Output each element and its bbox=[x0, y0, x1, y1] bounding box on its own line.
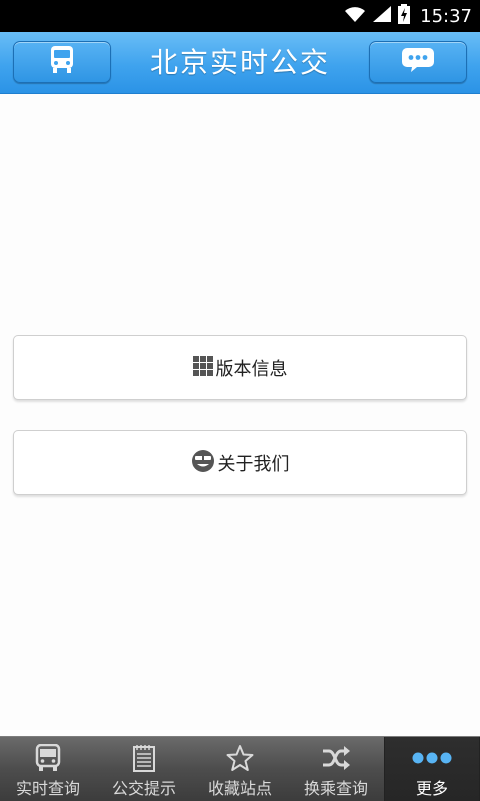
message-button[interactable] bbox=[369, 41, 467, 83]
smiley-icon bbox=[191, 449, 215, 477]
tab-label: 更多 bbox=[415, 779, 448, 798]
notepad-icon bbox=[131, 744, 157, 772]
shuffle-icon bbox=[321, 744, 351, 772]
status-bar: 15:37 bbox=[0, 0, 480, 32]
version-info-label: 版本信息 bbox=[215, 358, 288, 380]
tab-favorite-stops[interactable]: 收藏站点 bbox=[192, 737, 288, 801]
status-time: 15:37 bbox=[420, 5, 472, 27]
battery-icon bbox=[398, 4, 411, 28]
bus-icon bbox=[35, 744, 61, 772]
wifi-icon bbox=[344, 5, 366, 27]
status-icons: 15:37 bbox=[344, 0, 472, 32]
tab-label: 换乘查询 bbox=[303, 779, 368, 798]
tab-realtime-query[interactable]: 实时查询 bbox=[0, 737, 96, 801]
more-dots-icon bbox=[410, 744, 454, 772]
star-icon bbox=[226, 744, 254, 772]
tab-label: 收藏站点 bbox=[207, 779, 272, 798]
signal-icon bbox=[372, 5, 392, 27]
about-us-label: 关于我们 bbox=[217, 453, 290, 475]
tab-label: 实时查询 bbox=[15, 779, 80, 798]
grid-icon bbox=[192, 355, 213, 380]
about-us-button[interactable]: 关于我们 bbox=[13, 430, 467, 495]
tab-bus-tips[interactable]: 公交提示 bbox=[96, 737, 192, 801]
chat-bubble-icon bbox=[401, 47, 435, 77]
tab-label: 公交提示 bbox=[111, 779, 176, 798]
tab-more[interactable]: 更多 bbox=[384, 737, 480, 801]
app-header: 北京实时公交 bbox=[0, 32, 480, 94]
tab-transfer-query[interactable]: 换乘查询 bbox=[288, 737, 384, 801]
version-info-button[interactable]: 版本信息 bbox=[13, 335, 467, 400]
bottom-tab-bar: 实时查询 公交提示 收藏站点 换乘查询 更多 bbox=[0, 736, 480, 801]
